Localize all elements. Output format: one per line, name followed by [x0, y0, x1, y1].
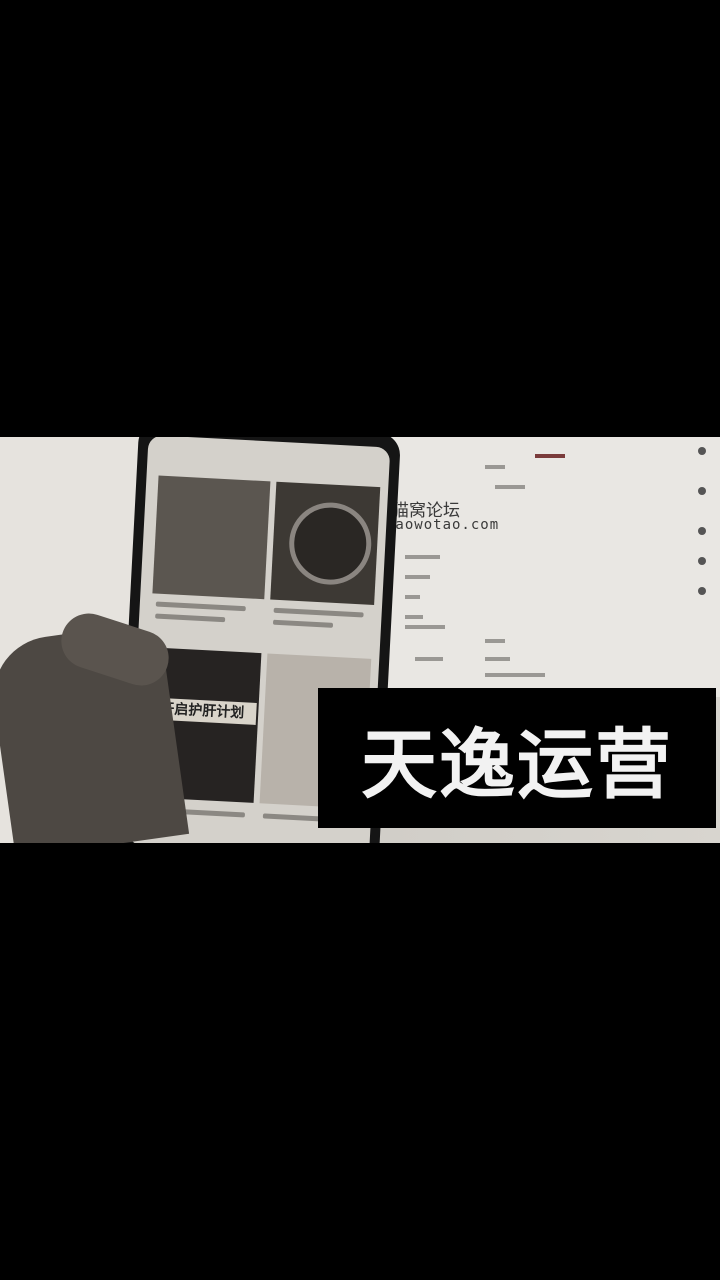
watermark-text: 天逸运营	[361, 720, 673, 809]
caption-line	[272, 619, 334, 628]
side-icon	[698, 527, 706, 535]
side-icon	[698, 557, 706, 565]
bowl-image	[287, 500, 374, 587]
feed-image	[152, 475, 271, 600]
caption-line	[155, 601, 246, 612]
background-monitor-right	[385, 437, 720, 697]
side-icon	[698, 587, 706, 595]
watermark-overlay: 天逸运营	[318, 688, 716, 828]
forum-url: maowotao.com	[386, 517, 500, 533]
caption-line	[155, 613, 226, 623]
side-icon	[698, 447, 706, 455]
caption-line	[273, 607, 364, 618]
feed-image	[270, 481, 381, 605]
side-icon	[698, 487, 706, 495]
